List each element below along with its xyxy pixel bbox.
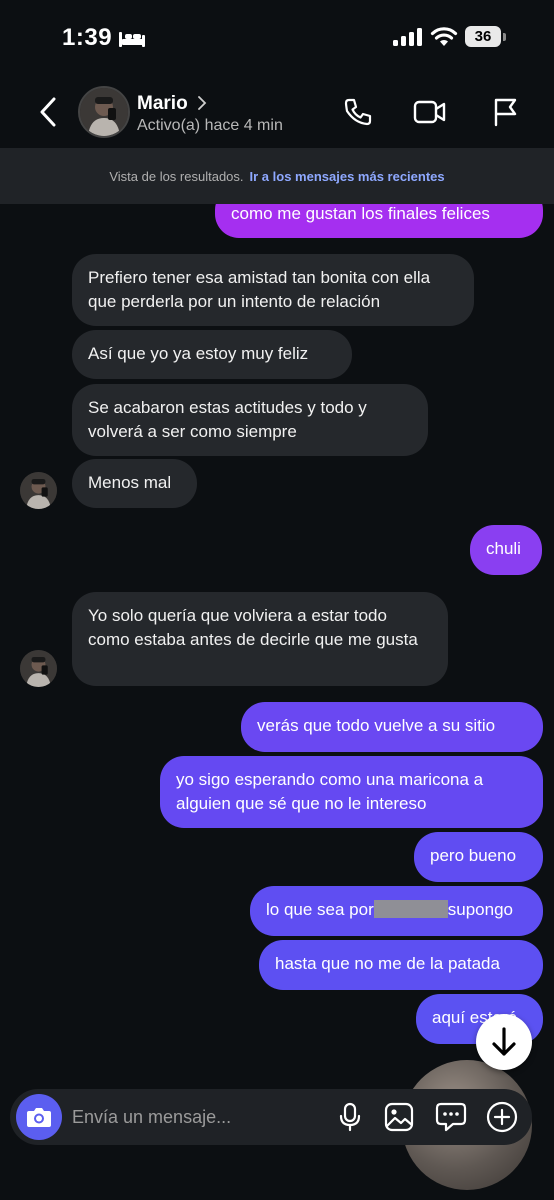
sender-avatar[interactable]: [20, 650, 57, 687]
voice-message-button[interactable]: [332, 1099, 368, 1135]
avatar-photo: [20, 650, 57, 687]
message-text-part: lo que sea por: [266, 900, 374, 919]
microphone-icon: [339, 1102, 361, 1132]
arrow-down-icon: [492, 1027, 516, 1056]
signal-icon: [393, 28, 422, 46]
sticker-icon: [435, 1102, 467, 1132]
message-outgoing[interactable]: pero bueno: [414, 832, 543, 882]
back-button[interactable]: [30, 92, 66, 132]
sender-avatar[interactable]: [20, 472, 57, 509]
avatar[interactable]: [78, 86, 130, 138]
wifi-icon: [430, 27, 458, 46]
message-outgoing[interactable]: chuli: [470, 525, 542, 575]
message-incoming[interactable]: Menos mal: [72, 459, 197, 508]
avatar-photo: [80, 88, 128, 136]
message-incoming[interactable]: Así que yo ya estoy muy feliz: [72, 330, 352, 379]
sticker-button[interactable]: [433, 1099, 469, 1135]
message-outgoing[interactable]: yo sigo esperando como una maricona a al…: [160, 756, 543, 828]
message-incoming[interactable]: Se acabaron estas actitudes y todo y vol…: [72, 384, 428, 456]
latest-messages-link[interactable]: Ir a los mensajes más recientes: [250, 169, 445, 184]
image-icon: [384, 1102, 414, 1132]
video-call-button[interactable]: [412, 92, 448, 132]
contact-status: Activo(a) hace 4 min: [137, 117, 283, 134]
report-button[interactable]: [487, 92, 523, 132]
camera-button[interactable]: [16, 1094, 62, 1140]
back-icon: [40, 97, 56, 127]
camera-icon: [27, 1108, 51, 1127]
bed-icon: [119, 32, 145, 47]
status-time: 1:39: [62, 24, 113, 51]
message-incoming[interactable]: Yo solo quería que volviera a estar todo…: [72, 592, 448, 686]
call-button[interactable]: [340, 92, 376, 132]
message-incoming[interactable]: Prefiero tener esa amistad tan bonita co…: [72, 254, 474, 326]
contact-name[interactable]: Mario: [137, 93, 188, 115]
message-outgoing[interactable]: lo que sea por supongo: [250, 886, 543, 936]
gallery-button[interactable]: [381, 1099, 417, 1135]
message-input[interactable]: [72, 1104, 312, 1130]
banner-text: Vista de los resultados.: [109, 168, 244, 184]
video-icon: [413, 100, 446, 124]
more-button[interactable]: [484, 1099, 520, 1135]
plus-icon: [486, 1101, 518, 1133]
phone-icon: [344, 98, 372, 126]
flag-icon: [494, 98, 517, 127]
battery-cap: [503, 33, 506, 41]
message-outgoing[interactable]: verás que todo vuelve a su sitio: [241, 702, 543, 752]
avatar-photo: [20, 472, 57, 509]
battery-indicator: 36: [465, 26, 501, 47]
scroll-to-bottom-button[interactable]: [476, 1014, 532, 1070]
message-outgoing[interactable]: hasta que no me de la patada: [259, 940, 543, 990]
chevron-right-icon: [198, 96, 207, 110]
message-text-part: supongo: [447, 900, 513, 919]
redacted-block: [373, 900, 448, 918]
results-banner: Vista de los resultados. Ir a los mensaj…: [0, 148, 554, 204]
